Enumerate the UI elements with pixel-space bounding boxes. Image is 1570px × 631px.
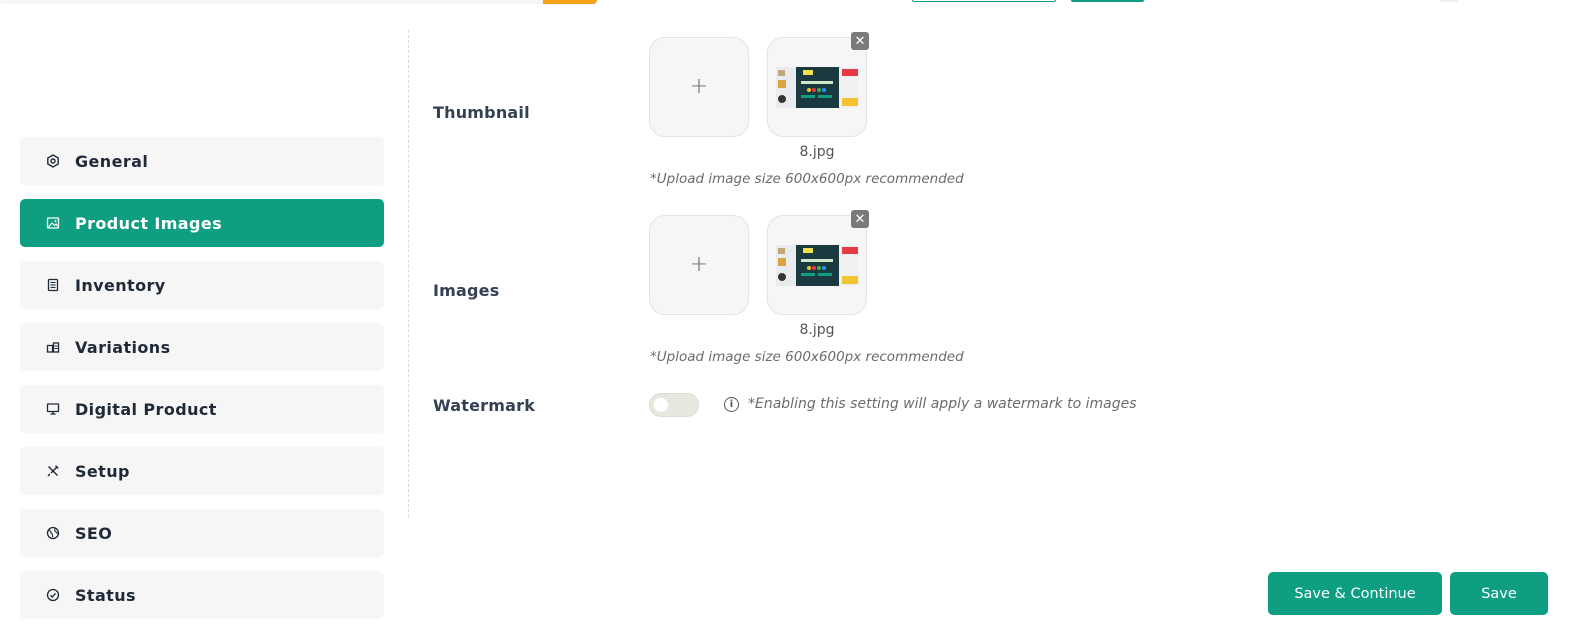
header-search-button[interactable] [543,0,597,4]
watermark-label: Watermark [433,396,536,415]
sidebar-item-general[interactable]: General [20,137,384,185]
sidebar-item-label: Inventory [75,275,166,295]
sidebar-item-seo[interactable]: SEO [20,509,384,557]
plus-icon: + [689,74,709,99]
tools-icon [46,464,60,478]
globe-icon [46,526,60,540]
list-doc-icon [46,278,60,292]
sidebar-item-label: SEO [75,523,113,543]
variations-icon [46,340,60,354]
sidebar-item-inventory[interactable]: Inventory [20,261,384,309]
thumbnail-label: Thumbnail [433,103,530,122]
sidebar-item-label: Product Images [75,213,223,233]
thumbnail-remove-button[interactable]: ✕ [851,32,869,50]
plus-icon: + [689,252,709,277]
images-upload-button[interactable]: + [649,215,749,315]
images-hint: *Upload image size 600x600px recommended [650,349,964,365]
sidebar-item-label: Variations [75,337,171,357]
save-continue-button[interactable]: Save & Continue [1268,572,1442,615]
images-remove-button[interactable]: ✕ [851,210,869,228]
thumbnail-hint: *Upload image size 600x600px recommended [650,171,964,187]
header-outline-button[interactable] [912,0,1056,2]
sidebar-item-product-images[interactable]: Product Images [20,199,384,247]
sidebar-item-label: Status [75,585,136,605]
thumbnail-image [776,67,859,108]
sidebar-item-status[interactable]: Status [20,571,384,619]
thumbnail-preview [767,37,867,137]
images-file-name: 8.jpg [799,322,835,338]
sidebar-item-label: Digital Product [75,399,217,419]
sidebar-item-digital-product[interactable]: Digital Product [20,385,384,433]
thumbnail-upload-button[interactable]: + [649,37,749,137]
images-label: Images [433,281,500,300]
gear-hex-icon [46,154,60,168]
sidebar-item-label: Setup [75,461,130,481]
header-filled-button[interactable] [1071,0,1144,2]
toggle-knob [654,398,668,412]
header-avatar[interactable] [1440,0,1458,2]
sidebar-item-label: General [75,151,149,171]
info-icon: i [724,397,739,412]
sidebar-item-variations[interactable]: Variations [20,323,384,371]
image-icon [46,216,60,230]
section-divider [408,30,409,517]
watermark-hint: *Enabling this setting will apply a wate… [748,396,1137,412]
product-sections-nav: General Product Images Inventory Variati… [20,137,384,631]
check-circle-icon [46,588,60,602]
header-search-input[interactable] [0,0,545,4]
images-image [776,245,859,286]
sidebar-item-setup[interactable]: Setup [20,447,384,495]
images-preview [767,215,867,315]
save-button[interactable]: Save [1450,572,1548,615]
monitor-icon [46,402,60,416]
watermark-toggle[interactable] [649,393,699,417]
thumbnail-file-name: 8.jpg [799,144,835,160]
